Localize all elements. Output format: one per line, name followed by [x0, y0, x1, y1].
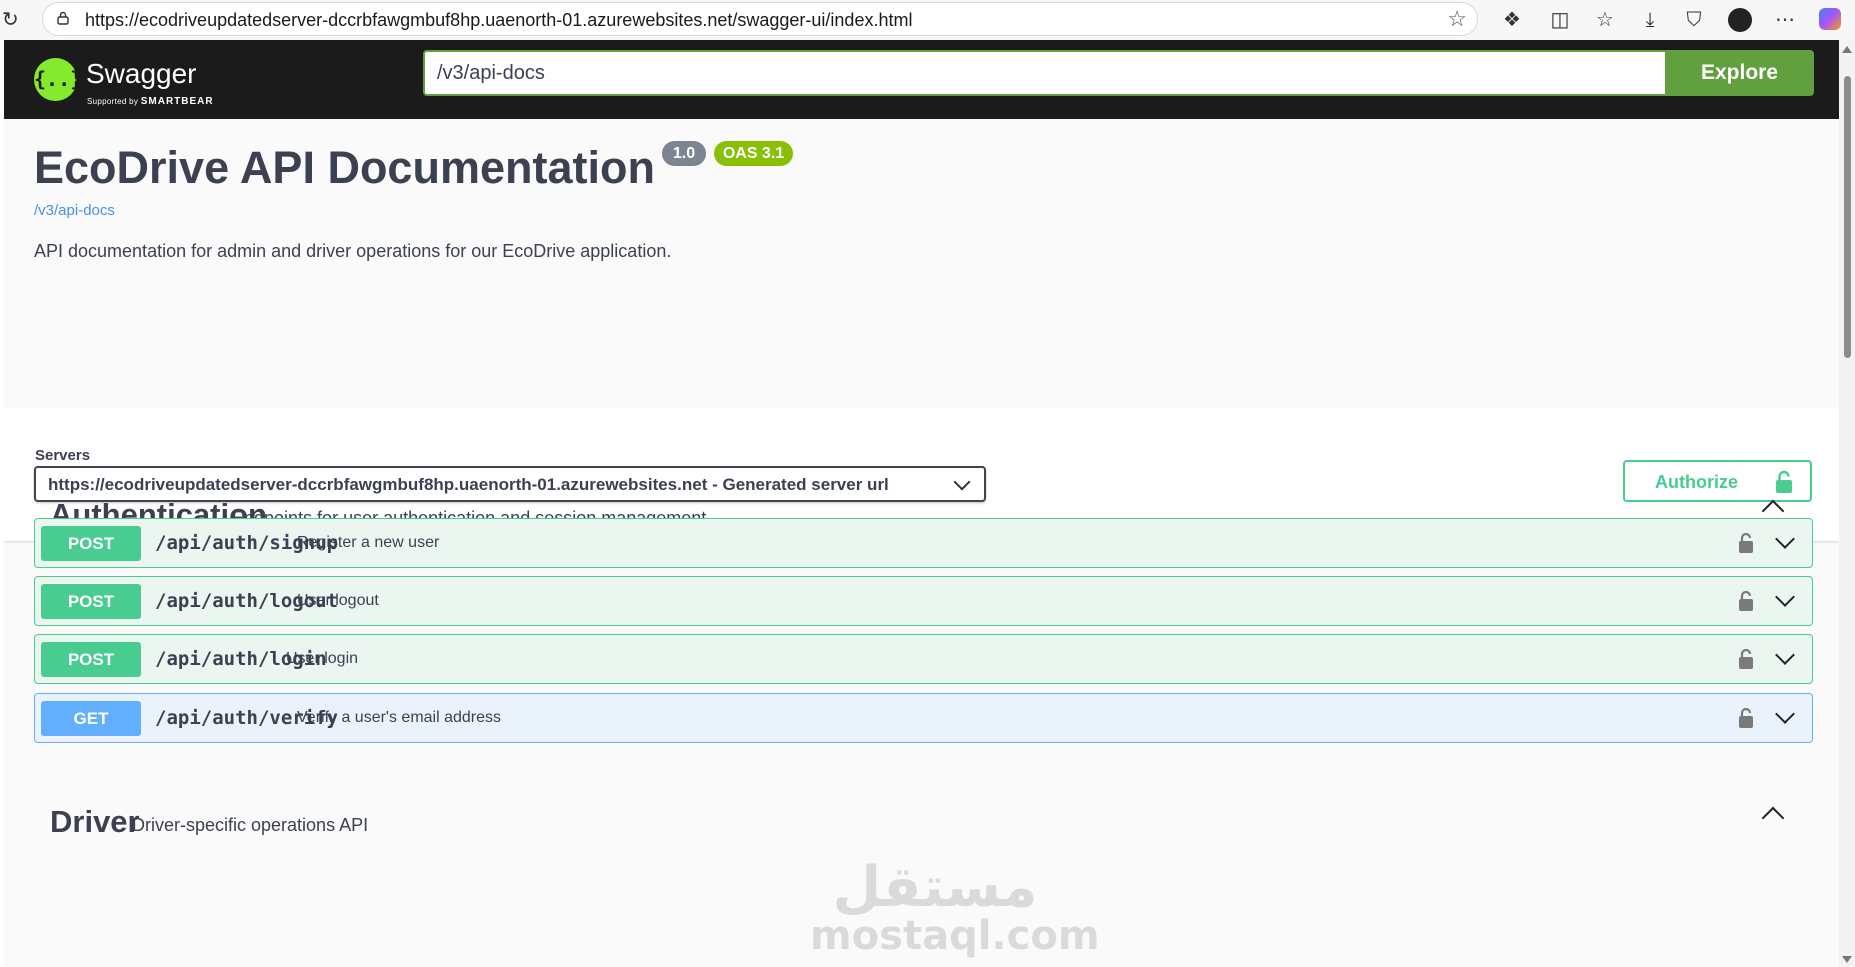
site-info-icon[interactable] — [57, 11, 69, 25]
watermark-latin: mostaql.com — [810, 913, 1100, 959]
explore-button[interactable]: Explore — [1665, 50, 1814, 96]
address-url[interactable]: https://ecodriveupdatedserver-dccrbfawgm… — [85, 10, 912, 31]
method-badge: GET — [41, 701, 141, 736]
favorite-star-icon[interactable]: ☆ — [1447, 8, 1467, 30]
unlocked-icon[interactable] — [1738, 707, 1754, 729]
scrollbar-thumb[interactable] — [1844, 76, 1851, 358]
operation-login[interactable]: POST /api/auth/login User login — [34, 634, 1813, 684]
brand-sub-company: SMARTBEAR — [140, 96, 214, 107]
chevron-down-icon[interactable] — [1775, 704, 1795, 724]
operation-verify[interactable]: GET /api/auth/verify Verify a user's ema… — [34, 693, 1813, 743]
browser-toolbar: ↻ https://ecodriveupdatedserver-dccrbfaw… — [0, 0, 1855, 40]
tag-name: Driver — [50, 804, 140, 839]
chevron-down-icon[interactable] — [1775, 587, 1795, 607]
extensions-icon[interactable]: ❖ — [1500, 8, 1524, 32]
scroll-up-arrow-icon[interactable] — [1842, 46, 1852, 53]
version-badge: 1.0 — [662, 141, 706, 166]
explore-url-input[interactable] — [423, 50, 1666, 96]
method-badge: POST — [41, 642, 141, 677]
tag-description: Driver-specific operations API — [132, 815, 369, 835]
watermark-arabic: مستقل — [832, 855, 1038, 920]
address-bar[interactable]: https://ecodriveupdatedserver-dccrbfawgm… — [42, 2, 1478, 36]
chevron-up-icon[interactable] — [1761, 806, 1785, 830]
chevron-down-icon[interactable] — [1775, 645, 1795, 665]
profile-avatar-icon[interactable] — [1728, 8, 1752, 32]
unlocked-icon[interactable] — [1738, 590, 1754, 612]
copilot-icon[interactable] — [1818, 8, 1842, 32]
page-scrollbar[interactable] — [1839, 40, 1855, 967]
swagger-page: {..} Swagger Supported by SMARTBEAR Expl… — [4, 40, 1839, 967]
swagger-topbar: {..} Swagger Supported by SMARTBEAR Expl… — [4, 40, 1839, 119]
spec-link[interactable]: /v3/api-docs — [34, 202, 115, 219]
more-options-icon[interactable]: ⋯ — [1773, 8, 1797, 32]
swagger-logo-icon[interactable]: {..} — [34, 58, 82, 101]
oas-badge: OAS 3.1 — [714, 141, 793, 166]
downloads-icon[interactable]: ⤓ — [1638, 8, 1662, 32]
watermark: مستقل mostaql.com — [810, 855, 1100, 959]
method-badge: POST — [41, 526, 141, 561]
browser-essentials-icon[interactable]: ⛉ — [1682, 8, 1706, 32]
method-badge: POST — [41, 584, 141, 619]
operation-summary: Register a new user — [297, 534, 440, 551]
page-title: EcoDrive API Documentation — [34, 142, 655, 193]
operation-logout[interactable]: POST /api/auth/logout User logout — [34, 576, 1813, 626]
scroll-down-arrow-icon[interactable] — [1842, 956, 1852, 963]
api-description: API documentation for admin and driver o… — [34, 241, 672, 261]
brand-sub-prefix: Supported by — [87, 97, 139, 106]
swagger-brand-sub: Supported by SMARTBEAR — [87, 96, 214, 107]
tag-header-driver[interactable]: Driver Driver-specific operations API — [34, 792, 1813, 850]
split-screen-icon[interactable]: ◫ — [1548, 8, 1572, 32]
unlocked-icon[interactable] — [1738, 648, 1754, 670]
unlocked-icon[interactable] — [1738, 532, 1754, 554]
operation-summary: User logout — [297, 592, 379, 609]
operation-signup[interactable]: POST /api/auth/signup Register a new use… — [34, 518, 1813, 568]
reload-icon[interactable]: ↻ — [2, 10, 22, 30]
operation-summary: Verify a user's email address — [297, 709, 502, 726]
servers-label: Servers — [35, 447, 91, 464]
swagger-brand[interactable]: Swagger — [86, 58, 197, 90]
operation-summary: User login — [286, 650, 359, 667]
chevron-down-icon[interactable] — [1775, 529, 1795, 549]
favorites-icon[interactable]: ☆ — [1593, 8, 1617, 32]
